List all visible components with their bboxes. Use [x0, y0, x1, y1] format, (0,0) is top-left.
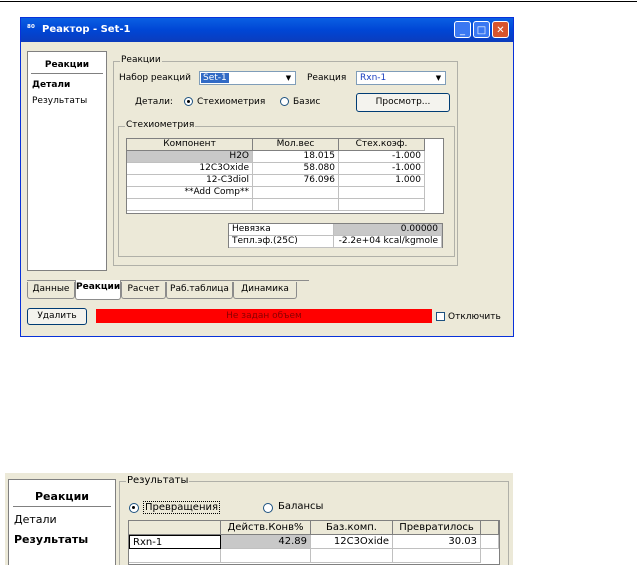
tab-worksheet[interactable]: Раб.таблица [166, 282, 233, 299]
imbalance-label: Невязка [229, 224, 334, 236]
column-header: Компонент [127, 139, 253, 151]
tab-dynamics[interactable]: Динамика [233, 282, 297, 299]
empty-cell[interactable] [311, 549, 393, 563]
title-bar[interactable]: ⁸⁰ Реактор - Set-1 _ □ ✕ [21, 18, 513, 42]
details-label: Детали: [135, 97, 173, 107]
disable-label[interactable]: Отключить [448, 312, 501, 322]
column-header-spacer [481, 521, 499, 535]
column-header: Действ.Конв% [221, 521, 311, 535]
nav-panel: Реакции Детали Результаты [27, 51, 107, 271]
empty-cell[interactable] [221, 549, 311, 563]
reaction-set-label: Набор реакций [119, 73, 191, 83]
mol-weight-cell[interactable] [253, 187, 339, 199]
converted-cell[interactable]: 30.03 [393, 535, 481, 549]
tab-reactions[interactable]: Реакции [75, 280, 121, 300]
conversions-radio[interactable] [129, 503, 139, 513]
component-cell[interactable]: H2O [127, 151, 253, 163]
component-cell[interactable]: 12-C3diol [127, 175, 253, 187]
empty-cell[interactable] [253, 199, 339, 211]
top-rule [0, 1, 637, 2]
reaction-set-value: Set-1 [201, 73, 229, 83]
stoichiometry-radio[interactable] [184, 97, 193, 106]
nav-item-details[interactable]: Детали [32, 80, 70, 90]
results-panel: Реакции Детали Результаты Результаты Пре… [5, 473, 513, 565]
stoich-coef-cell[interactable]: -1.000 [339, 151, 425, 163]
tab-strip-line [27, 280, 309, 281]
window-title: Реактор - Set-1 [42, 24, 131, 35]
results-group-label: Результаты [126, 475, 190, 486]
stoich-coef-cell[interactable] [339, 187, 425, 199]
reaction-select[interactable]: Rxn-1 ▼ [356, 71, 446, 85]
heat-of-reaction-value: -2.2e+04 kcal/kgmole [334, 236, 442, 248]
balances-radio[interactable] [263, 503, 273, 513]
conversions-radio-label[interactable]: Превращения [143, 501, 221, 514]
summary-table: Невязка 0.00000 Тепл.эф.(25C) -2.2e+04 k… [228, 223, 443, 248]
status-bar: Не задан объем [96, 309, 432, 323]
component-cell[interactable]: 12C3Oxide [127, 163, 253, 175]
app-icon: ⁸⁰ [27, 24, 35, 34]
results-nav-divider [13, 506, 111, 507]
stoichiometry-table[interactable]: Компонент Мол.вес Стех.коэф. H2O 18.015 … [126, 138, 444, 214]
reaction-name-cell[interactable]: Rxn-1 [129, 535, 221, 549]
column-header [129, 521, 221, 535]
view-button[interactable]: Просмотр... [356, 93, 450, 112]
column-header: Превратилось [393, 521, 481, 535]
mol-weight-cell[interactable]: 18.015 [253, 151, 339, 163]
base-component-cell[interactable]: 12C3Oxide [311, 535, 393, 549]
nav-item-results[interactable]: Результаты [32, 96, 87, 106]
reaction-value: Rxn-1 [360, 73, 387, 83]
results-nav-header: Реакции [35, 490, 89, 503]
column-header: Стех.коэф. [339, 139, 425, 151]
results-nav-item-details[interactable]: Детали [14, 513, 57, 526]
mol-weight-cell[interactable]: 58.080 [253, 163, 339, 175]
tab-calculation[interactable]: Расчет [121, 282, 166, 299]
spacer-cell [481, 535, 499, 549]
add-component-cell[interactable]: **Add Comp** [127, 187, 253, 199]
chevron-down-icon: ▼ [285, 74, 292, 82]
column-header: Мол.вес [253, 139, 339, 151]
reactor-window: ⁸⁰ Реактор - Set-1 _ □ ✕ Реакции Детали … [20, 17, 514, 337]
results-nav-panel: Реакции Детали Результаты [8, 479, 116, 565]
basis-radio[interactable] [280, 97, 289, 106]
reaction-set-select[interactable]: Set-1 ▼ [199, 71, 296, 85]
chevron-down-icon: ▼ [435, 74, 442, 82]
delete-button[interactable]: Удалить [27, 308, 87, 325]
minimize-button[interactable]: _ [454, 21, 471, 38]
empty-cell[interactable] [129, 549, 221, 563]
results-nav-item-results[interactable]: Результаты [14, 533, 88, 546]
nav-header: Реакции [44, 60, 90, 70]
imbalance-value: 0.00000 [334, 224, 442, 236]
stoich-coef-cell[interactable]: 1.000 [339, 175, 425, 187]
conversions-table[interactable]: Действ.Конв% Баз.комп. Превратилось Rxn-… [128, 520, 500, 565]
column-header: Баз.комп. [311, 521, 393, 535]
balances-radio-label[interactable]: Балансы [278, 501, 323, 512]
disable-checkbox[interactable] [436, 312, 445, 321]
actual-conversion-cell[interactable]: 42.89 [221, 535, 311, 549]
stoichiometry-radio-label[interactable]: Стехиометрия [197, 97, 265, 107]
maximize-button[interactable]: □ [473, 21, 490, 38]
heat-of-reaction-label: Тепл.эф.(25C) [229, 236, 334, 248]
empty-cell[interactable] [393, 549, 481, 563]
reaction-label: Реакция [307, 73, 347, 83]
reactions-group-label: Реакции [120, 55, 162, 65]
stoichiometry-group-label: Стехиометрия [125, 120, 196, 130]
nav-divider [31, 73, 103, 74]
empty-cell[interactable] [339, 199, 425, 211]
stoich-coef-cell[interactable]: -1.000 [339, 163, 425, 175]
close-button[interactable]: ✕ [492, 21, 509, 38]
basis-radio-label[interactable]: Базис [293, 97, 320, 107]
mol-weight-cell[interactable]: 76.096 [253, 175, 339, 187]
empty-cell[interactable] [127, 199, 253, 211]
tab-data[interactable]: Данные [27, 282, 75, 299]
